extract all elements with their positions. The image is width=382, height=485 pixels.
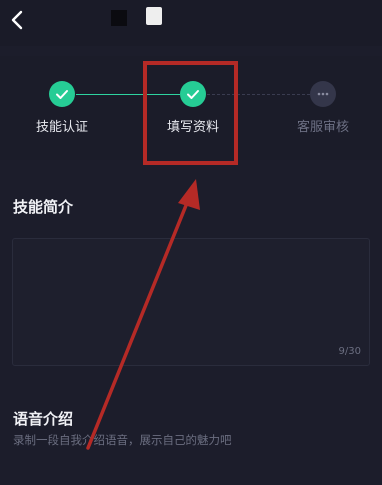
annotation-highlight-box xyxy=(143,61,238,165)
step-1-indicator xyxy=(49,81,75,107)
header xyxy=(0,0,382,46)
voice-intro-description: 录制一段自我介绍语音，展示自己的魅力吧 xyxy=(13,433,232,447)
title-redacted-block xyxy=(111,10,127,26)
skill-application-screen: 技能认证 填写资料 客服审核 技能简介 9/30 语音介绍 录制一段自我介绍语音… xyxy=(0,0,382,485)
step-1-label: 技能认证 xyxy=(35,120,89,135)
skill-intro-input[interactable]: 9/30 xyxy=(12,238,370,366)
char-counter: 9/30 xyxy=(338,346,361,357)
skill-intro-title: 技能简介 xyxy=(13,198,74,216)
check-icon xyxy=(56,90,68,99)
chevron-left-icon xyxy=(11,10,23,30)
back-button[interactable] xyxy=(6,8,30,32)
step-3-label: 客服审核 xyxy=(296,120,350,135)
step-3-indicator xyxy=(310,81,336,107)
title-redacted-block xyxy=(146,7,162,25)
more-dots-icon xyxy=(317,92,329,96)
voice-intro-title: 语音介绍 xyxy=(13,410,74,428)
